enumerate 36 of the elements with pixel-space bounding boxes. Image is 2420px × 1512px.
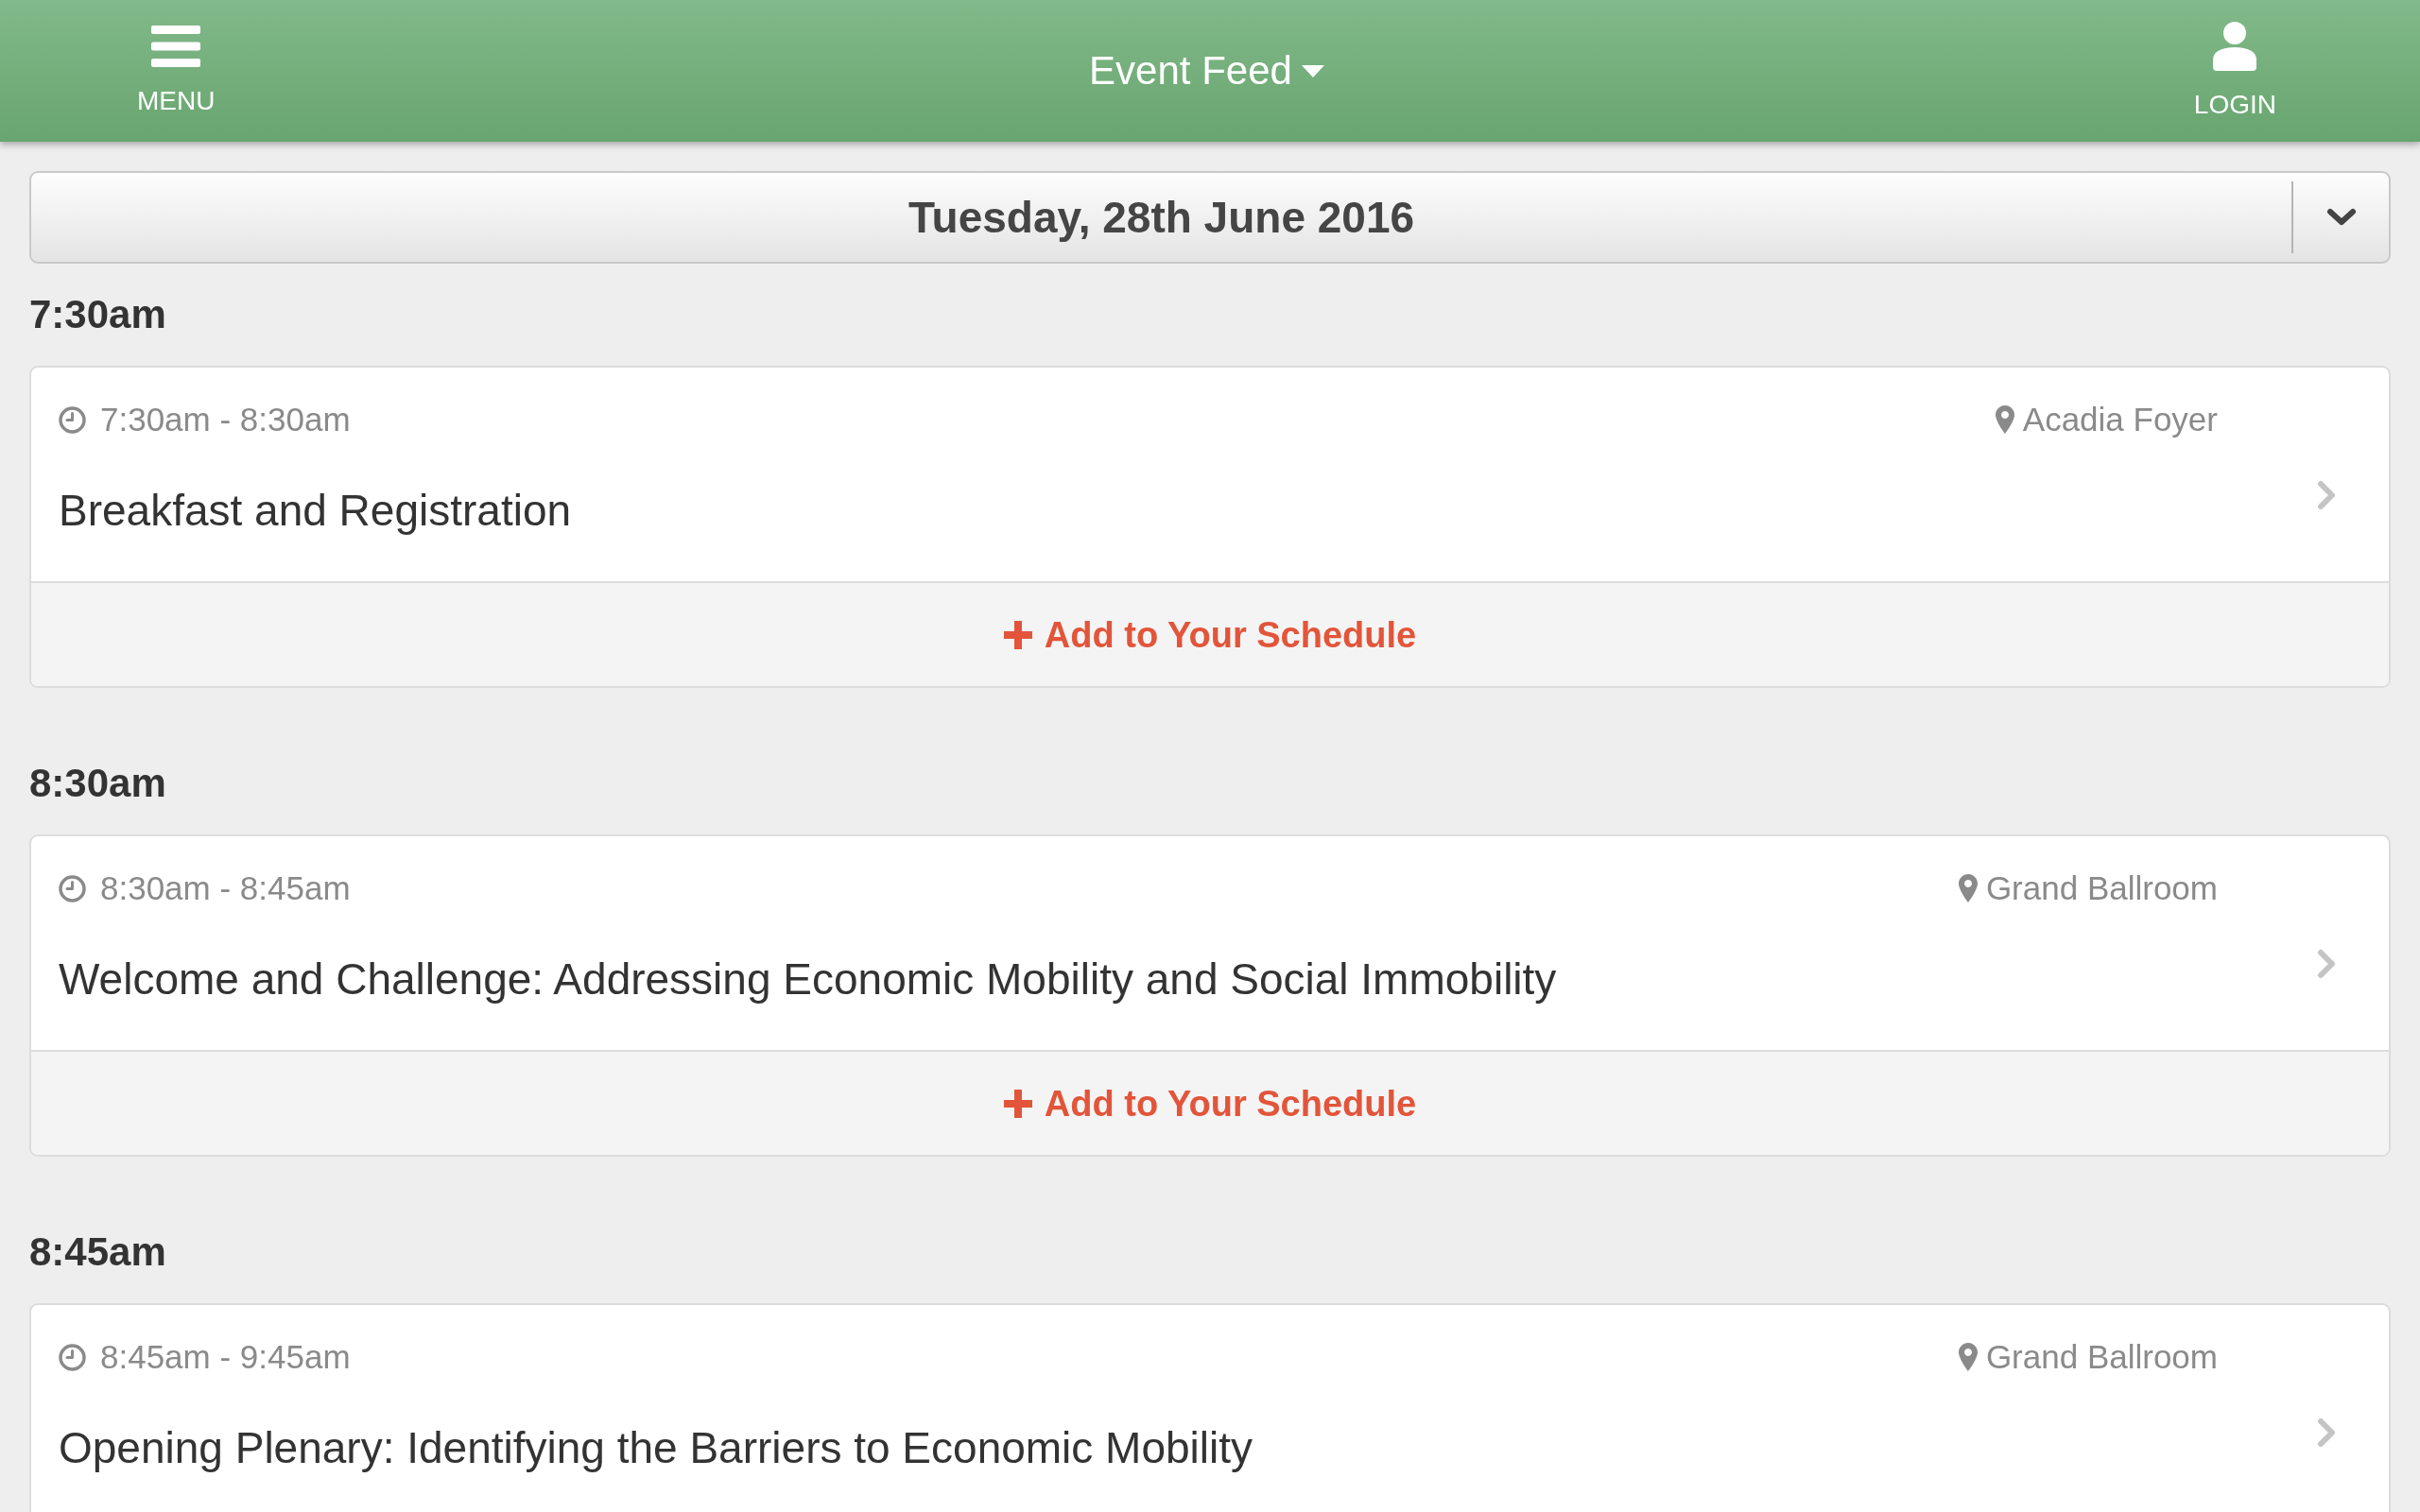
clock-icon bbox=[59, 405, 86, 434]
plus-icon bbox=[1003, 1089, 1032, 1118]
time-slot-heading: 8:30am bbox=[29, 761, 167, 806]
login-button[interactable]: LOGIN bbox=[2193, 22, 2276, 120]
event-time: 7:30am - 8:30am bbox=[100, 404, 351, 436]
time-slot-heading: 7:30am bbox=[29, 292, 167, 337]
clock-icon bbox=[59, 874, 86, 902]
caret-down-icon bbox=[1301, 64, 1324, 77]
event-location: Grand Ballroom bbox=[1985, 1341, 2218, 1373]
add-to-schedule-button[interactable]: Add to Your Schedule bbox=[31, 1050, 2389, 1155]
map-pin-icon bbox=[1995, 405, 2014, 434]
event-feed-dropdown[interactable]: Event Feed bbox=[1089, 47, 1324, 94]
event-card[interactable]: 8:45am - 9:45am Grand Ballroom Opening Plenary: Identifying the Barriers to Economic Mobility bbox=[29, 1303, 2391, 1512]
clock-icon bbox=[59, 1343, 86, 1371]
menu-icon bbox=[151, 26, 201, 67]
event-title: Breakfast and Registration bbox=[59, 485, 573, 536]
event-card[interactable]: 7:30am - 8:30am Acadia Foyer Breakfast and Registration Add to Your Schedule bbox=[29, 366, 2391, 688]
event-title: Opening Plenary: Identifying the Barriers to Economic Mobility bbox=[59, 1422, 1254, 1473]
map-pin-icon bbox=[1958, 1343, 1978, 1371]
event-card[interactable]: 8:30am - 8:45am Grand Ballroom Welcome and Challenge: Addressing Economic Mobility and Social Immobility Add to Your Schedule bbox=[29, 834, 2391, 1157]
date-dropdown[interactable]: Tuesday, 28th June 2016 bbox=[29, 171, 2391, 264]
chevron-down-icon bbox=[2325, 208, 2357, 227]
map-pin-icon bbox=[1958, 874, 1978, 902]
event-location: Acadia Foyer bbox=[2022, 404, 2218, 436]
event-title: Welcome and Challenge: Addressing Economic Mobility and Social Immobility bbox=[59, 954, 1558, 1005]
chevron-right-icon bbox=[2316, 1417, 2337, 1449]
event-time: 8:30am - 8:45am bbox=[100, 872, 351, 904]
chevron-right-icon bbox=[2316, 948, 2337, 980]
event-time: 8:45am - 9:45am bbox=[100, 1341, 351, 1373]
time-slot-heading: 8:45am bbox=[29, 1229, 167, 1275]
event-location: Grand Ballroom bbox=[1985, 872, 2218, 904]
chevron-right-icon bbox=[2316, 479, 2337, 511]
user-icon bbox=[2213, 22, 2257, 71]
menu-button[interactable]: MENU bbox=[137, 26, 216, 116]
add-to-schedule-button[interactable]: Add to Your Schedule bbox=[31, 581, 2389, 686]
plus-icon bbox=[1003, 620, 1032, 649]
